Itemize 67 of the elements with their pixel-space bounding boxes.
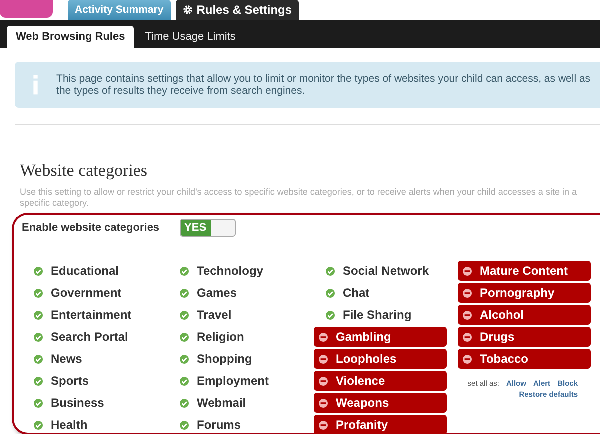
minus-icon — [319, 332, 328, 342]
category-item[interactable]: Travel — [168, 305, 301, 325]
minus-icon — [319, 354, 328, 364]
check-icon — [326, 288, 335, 298]
check-icon — [34, 288, 43, 298]
category-item[interactable]: Business — [22, 393, 155, 413]
category-item[interactable]: Health — [22, 415, 155, 434]
category-item[interactable]: Sports — [22, 371, 155, 391]
enable-label: Enable website categories — [22, 222, 160, 234]
section-title: Website categories — [20, 161, 148, 181]
check-icon — [180, 310, 189, 320]
category-item[interactable]: Religion — [168, 327, 301, 347]
minus-icon — [319, 376, 328, 386]
minus-icon — [463, 266, 472, 276]
check-icon — [180, 398, 189, 408]
check-icon — [34, 376, 43, 386]
check-icon — [34, 310, 43, 320]
check-icon — [180, 354, 189, 364]
category-item[interactable]: Social Network — [314, 261, 447, 281]
category-item[interactable]: Government — [22, 283, 155, 303]
category-item[interactable]: Entertainment — [22, 305, 155, 325]
category-item[interactable]: Pornography — [458, 283, 591, 303]
toggle-switch[interactable]: YES — [180, 219, 236, 237]
minus-icon — [463, 310, 472, 320]
category-item[interactable]: Tobacco — [458, 349, 591, 369]
category-item[interactable]: Alcohol — [458, 305, 591, 325]
check-icon — [180, 332, 189, 342]
category-item[interactable]: Chat — [314, 283, 447, 303]
tab[interactable]: Rules & Settings — [176, 0, 300, 20]
minus-icon — [319, 398, 328, 408]
category-item[interactable]: Violence — [314, 371, 447, 391]
check-icon — [34, 266, 43, 276]
check-icon — [180, 376, 189, 386]
minus-icon — [463, 332, 472, 342]
category-item[interactable]: Loopholes — [314, 349, 447, 369]
check-icon — [180, 266, 189, 276]
category-item[interactable]: File Sharing — [314, 305, 447, 325]
minus-icon — [319, 420, 328, 430]
check-icon — [326, 266, 335, 276]
check-icon — [326, 310, 335, 320]
category-item[interactable]: Weapons — [314, 393, 447, 413]
category-item[interactable]: Employment — [168, 371, 301, 391]
tab[interactable]: Time Usage Limits — [136, 26, 245, 48]
section-description: Use this setting to allow or restrict your child's access to specific website categories, or to receive alerts when your child accesses a site in a specific category. — [20, 187, 578, 208]
minus-icon — [463, 354, 472, 364]
category-item[interactable]: News — [22, 349, 155, 369]
category-item[interactable]: Games — [168, 283, 301, 303]
info-text: This page contains settings that allow you to limit or monitor the types of websites your child can access, as well as the types of results they receive from search engines. — [56, 73, 592, 97]
check-icon — [34, 420, 43, 430]
category-item[interactable]: Technology — [168, 261, 301, 281]
category-item[interactable]: Search Portal — [22, 327, 155, 347]
check-icon — [34, 354, 43, 364]
category-item[interactable]: Gambling — [314, 327, 447, 347]
category-item[interactable]: Webmail — [168, 393, 301, 413]
category-item[interactable]: Forums — [168, 415, 301, 434]
check-icon — [180, 420, 189, 430]
minus-icon — [463, 288, 472, 298]
tab[interactable]: Web Browsing Rules — [7, 26, 134, 48]
category-item[interactable]: Educational — [22, 261, 155, 281]
category-item[interactable]: Drugs — [458, 327, 591, 347]
category-item[interactable]: Profanity — [314, 415, 447, 434]
category-item[interactable]: Shopping — [168, 349, 301, 369]
check-icon — [180, 288, 189, 298]
check-icon — [34, 398, 43, 408]
category-item[interactable]: Mature Content — [458, 261, 591, 281]
logo-icon[interactable] — [0, 0, 53, 18]
check-icon — [34, 332, 43, 342]
